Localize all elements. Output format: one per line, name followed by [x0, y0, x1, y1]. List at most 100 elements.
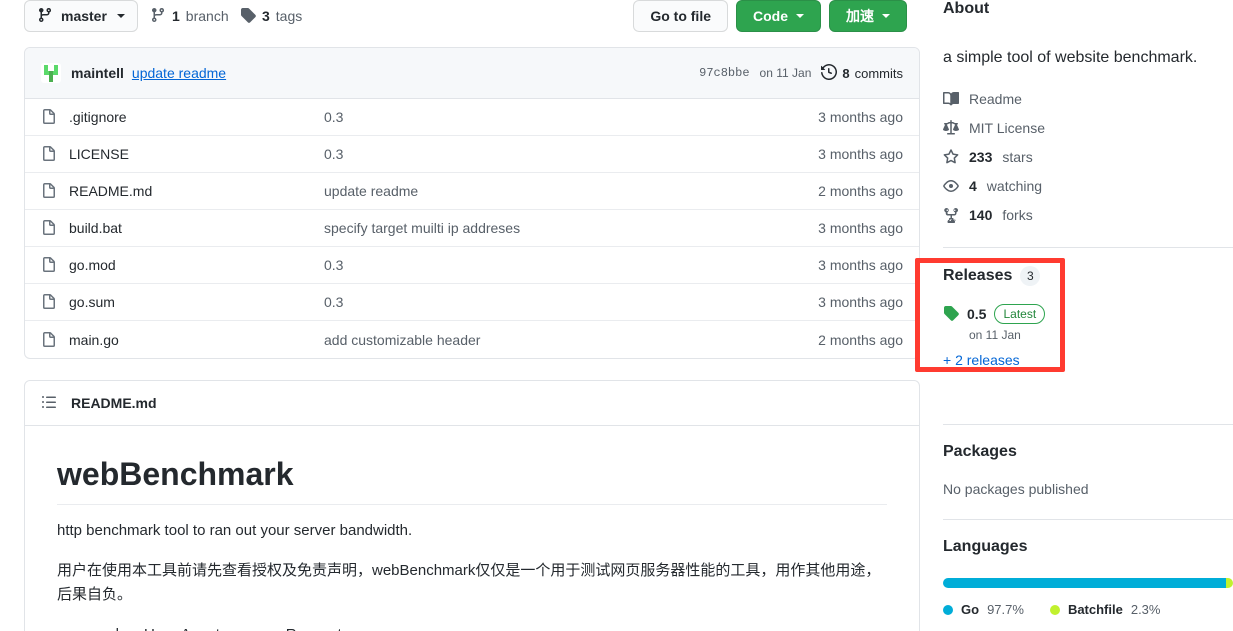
about-item-mit-license[interactable]: MIT License [943, 113, 1233, 142]
about-item-forks[interactable]: 140 forks [943, 200, 1233, 229]
accelerate-label: 加速 [846, 8, 874, 24]
language-name: Go [961, 602, 980, 617]
chevron-down-icon [882, 14, 890, 18]
tag-icon [240, 7, 256, 26]
file-name[interactable]: go.sum [69, 294, 324, 310]
readme-paragraph-1: http benchmark tool to ran out your serv… [57, 522, 413, 539]
commits-count-link[interactable]: 8 commits [821, 63, 903, 83]
repo-forked-icon [943, 207, 959, 223]
tag-count-link[interactable]: 3 tags [240, 0, 302, 32]
language-legend-item[interactable]: Go 97.7% [943, 602, 1024, 617]
file-commit-message[interactable]: add customizable header [324, 332, 818, 348]
release-date: on 11 Jan [969, 328, 1021, 342]
about-description: a simple tool of website benchmark. [943, 49, 1198, 66]
avatar[interactable] [41, 63, 61, 83]
about-item-count: 140 [969, 206, 993, 223]
file-commit-age: 2 months ago [818, 331, 903, 348]
more-releases-link[interactable]: + 2 releases [943, 352, 1233, 368]
repo-toolbar: master 1 branch 3 tags Go to file Code 加… [0, 0, 920, 38]
table-row[interactable]: README.md update readme 2 months ago [25, 173, 919, 210]
file-commit-message[interactable]: update readme [324, 183, 818, 199]
about-item-label: watching [986, 177, 1043, 194]
about-item-watching[interactable]: 4 watching [943, 171, 1233, 200]
language-percent: 2.3% [1130, 602, 1161, 617]
about-section: About a simple tool of website benchmark… [943, 0, 1233, 229]
table-row[interactable]: main.go add customizable header 2 months a… [25, 321, 919, 358]
releases-list: 0.5 Latest on 11 Jan + 2 releases [943, 304, 1233, 412]
file-icon [41, 183, 57, 199]
readme-tab-label: README.md [71, 395, 157, 411]
language-bar-segment [1226, 578, 1233, 588]
commit-sha[interactable]: 97c8bbe [699, 66, 749, 80]
table-row[interactable]: build.bat specify target muilti ip addres… [25, 210, 919, 247]
file-name[interactable]: main.go [69, 332, 324, 348]
file-commit-message[interactable]: 0.3 [324, 294, 818, 310]
branch-count-link[interactable]: 1 branch [150, 0, 229, 32]
commit-date: on 11 Jan [759, 66, 812, 80]
file-name[interactable]: build.bat [69, 220, 324, 236]
chevron-down-icon [116, 14, 125, 18]
file-commit-message[interactable]: 0.3 [324, 146, 818, 162]
file-commit-age: 3 months ago [818, 294, 903, 310]
list-item: random User-Agent on every Request [89, 623, 887, 631]
eye-icon [943, 178, 959, 194]
latest-commit-bar: maintell update readme 97c8bbe on 11 Jan… [25, 48, 919, 99]
file-commit-message[interactable]: specify target muilti ip addreses [324, 220, 818, 236]
releases-section: Releases 3 0.5 Latest on 11 Jan + 2 relea… [943, 248, 1233, 412]
file-commit-age: 3 months ago [818, 220, 903, 236]
law-icon [943, 119, 959, 136]
languages-heading: Languages [943, 538, 1028, 555]
repository-page: master 1 branch 3 tags Go to file Code 加… [0, 0, 1233, 631]
file-name[interactable]: go.mod [69, 257, 324, 273]
file-commit-age: 2 months ago [818, 183, 903, 199]
file-commit-age: 3 months ago [818, 257, 903, 273]
about-item-readme[interactable]: Readme [943, 84, 1233, 113]
list-unordered-icon[interactable] [41, 394, 57, 413]
table-row[interactable]: LICENSE 0.3 3 months ago [25, 136, 919, 173]
commits-count-label: commits [854, 65, 903, 81]
file-commit-message[interactable]: 0.3 [324, 257, 818, 273]
readme-body: webBenchmark http benchmark tool to ran … [25, 426, 919, 631]
language-color-dot [1049, 604, 1060, 615]
commit-message-link[interactable]: update readme [132, 65, 226, 81]
branch-selector-button[interactable]: master [24, 0, 138, 32]
tag-count-number: 3 [262, 8, 270, 24]
file-commit-message[interactable]: 0.3 [324, 109, 818, 125]
about-item-count: 4 [969, 177, 977, 194]
file-name[interactable]: LICENSE [69, 146, 324, 162]
packages-heading: Packages [943, 443, 1017, 460]
file-name[interactable]: README.md [69, 183, 324, 199]
language-bar [943, 578, 1233, 588]
file-icon [41, 331, 57, 348]
packages-empty-text: No packages published [943, 481, 1089, 497]
file-rows-container: .gitignore 0.3 3 months ago LICENSE 0.3 3 mon… [25, 99, 919, 358]
file-listing-box: maintell update readme 97c8bbe on 11 Jan… [24, 47, 920, 359]
book-icon [943, 91, 959, 107]
readme-heading: webBenchmark [57, 454, 887, 505]
code-label: Code [753, 8, 788, 24]
accelerate-dropdown-button[interactable]: 加速 [829, 0, 907, 32]
file-icon [41, 220, 57, 236]
releases-heading: Releases 3 [943, 266, 1233, 286]
history-icon [821, 63, 838, 83]
file-commit-age: 3 months ago [818, 146, 903, 162]
language-color-dot [943, 604, 953, 615]
about-item-stars[interactable]: 233 stars [943, 142, 1233, 171]
file-name[interactable]: .gitignore [69, 109, 324, 125]
go-to-file-button[interactable]: Go to file [633, 0, 728, 32]
table-row[interactable]: go.sum 0.3 3 months ago [25, 284, 919, 321]
about-items-container: Readme MIT License 233 stars 4 watching 140 for… [943, 84, 1233, 229]
readme-paragraph-2: 用户在使用本工具前请先查看授权及免责声明，webBenchmark仅仅是一个用于… [57, 562, 881, 603]
sidebar: About a simple tool of website benchmark… [943, 0, 1233, 617]
table-row[interactable]: go.mod 0.3 3 months ago [25, 247, 919, 284]
about-item-count: 233 [969, 148, 993, 165]
code-dropdown-button[interactable]: Code [736, 0, 821, 32]
star-icon [943, 148, 959, 165]
table-row[interactable]: .gitignore 0.3 3 months ago [25, 99, 919, 136]
languages-section: Languages Go 97.7% Batchfile 2.3% [943, 520, 1233, 617]
latest-release-badge: Latest [994, 304, 1046, 324]
about-item-label: forks [1002, 206, 1033, 223]
language-legend-item[interactable]: Batchfile 2.3% [1049, 602, 1161, 617]
latest-release-row[interactable]: 0.5 Latest [943, 304, 1233, 324]
commit-author[interactable]: maintell [71, 65, 124, 81]
